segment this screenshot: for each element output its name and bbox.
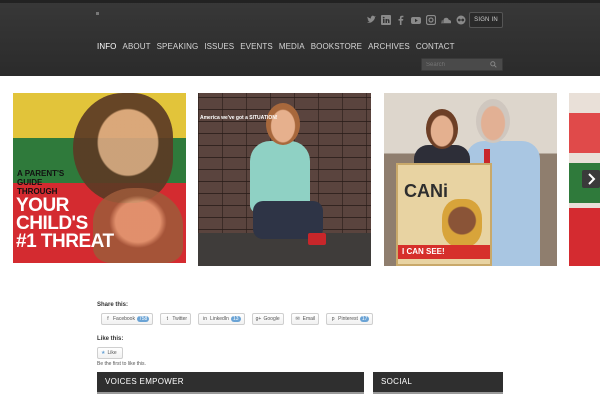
google-plus-icon: g+ bbox=[255, 316, 262, 322]
email-icon: ✉ bbox=[295, 316, 300, 322]
search-box bbox=[421, 58, 503, 71]
soundcloud-icon[interactable] bbox=[441, 15, 452, 25]
situation-caption: America we've got a SITUATION! bbox=[200, 115, 278, 121]
share-twitter-button[interactable]: t Twitter bbox=[160, 313, 192, 325]
search-input[interactable] bbox=[426, 60, 488, 70]
facebook-icon: f bbox=[107, 316, 109, 322]
share-pinterest-button[interactable]: p Pinterest 17 bbox=[326, 313, 374, 325]
youtube-icon[interactable] bbox=[411, 15, 421, 25]
main-nav: INFO ABOUT SPEAKING ISSUES EVENTS MEDIA … bbox=[97, 42, 455, 51]
woman-photo bbox=[73, 93, 173, 203]
like-heading: Like this: bbox=[97, 336, 124, 342]
linkedin-icon: in bbox=[203, 316, 207, 322]
gallery-item-parents-guide[interactable]: A PARENT'S GUIDE THROUGH YOUR CHILD'S #1… bbox=[13, 93, 186, 263]
logo-mark[interactable] bbox=[96, 12, 99, 15]
book-cover: CANi I CAN SEE! bbox=[396, 163, 492, 266]
pinterest-icon: p bbox=[331, 316, 335, 322]
slider-next-button[interactable] bbox=[582, 170, 600, 188]
social-heading: SOCIAL bbox=[373, 372, 503, 394]
nav-item-info[interactable]: INFO bbox=[97, 42, 117, 51]
share-count: 13 bbox=[230, 316, 241, 322]
promo-band-red-top bbox=[569, 113, 600, 153]
header-social-icons bbox=[366, 13, 481, 26]
share-buttons: f Facebook 758 t Twitter in LinkedIn 13 … bbox=[101, 313, 374, 325]
book-band: I CAN SEE! bbox=[398, 245, 490, 259]
nav-item-contact[interactable]: CONTACT bbox=[416, 42, 455, 51]
red-phone bbox=[308, 233, 326, 245]
sign-in-button[interactable]: SIGN IN bbox=[469, 12, 503, 28]
share-email-button[interactable]: ✉ Email bbox=[290, 313, 320, 325]
facebook-icon[interactable] bbox=[396, 15, 406, 25]
book-title: CANi bbox=[404, 181, 448, 201]
instagram-icon[interactable] bbox=[425, 14, 437, 25]
star-icon: ★ bbox=[101, 350, 106, 356]
twitter-icon[interactable] bbox=[366, 15, 376, 25]
like-note: Be the first to like this. bbox=[97, 361, 146, 367]
share-count: 758 bbox=[136, 316, 150, 322]
nav-item-events[interactable]: EVENTS bbox=[240, 42, 273, 51]
gallery-item-situation[interactable]: America we've got a SITUATION! bbox=[198, 93, 371, 266]
twitter-icon: t bbox=[166, 316, 168, 322]
voices-empower-heading: VOICES EMPOWER bbox=[97, 372, 364, 394]
woman-head bbox=[266, 103, 300, 145]
flickr-icon[interactable] bbox=[456, 15, 466, 25]
gallery-item-cani-book[interactable]: CANi I CAN SEE! bbox=[384, 93, 557, 266]
nav-item-bookstore[interactable]: BOOKSTORE bbox=[311, 42, 362, 51]
nav-item-speaking[interactable]: SPEAKING bbox=[157, 42, 199, 51]
promo-band-red bbox=[569, 208, 600, 266]
like-button[interactable]: ★ Like bbox=[97, 347, 123, 359]
nav-item-about[interactable]: ABOUT bbox=[123, 42, 151, 51]
promo-subtitle: A PARENT'S GUIDE THROUGH bbox=[17, 169, 65, 196]
share-facebook-button[interactable]: f Facebook 758 bbox=[101, 313, 154, 325]
nav-item-issues[interactable]: ISSUES bbox=[204, 42, 234, 51]
man-head bbox=[476, 99, 510, 143]
share-linkedin-button[interactable]: in LinkedIn 13 bbox=[198, 313, 245, 325]
woman-head bbox=[426, 109, 458, 149]
header-top-stripe bbox=[0, 0, 600, 3]
chevron-right-icon bbox=[588, 173, 596, 185]
book-face-illustration bbox=[442, 199, 482, 247]
share-google-button[interactable]: g+ Google bbox=[251, 313, 284, 325]
nav-item-archives[interactable]: ARCHIVES bbox=[368, 42, 410, 51]
promo-headline: YOUR CHILD'S #1 THREAT bbox=[16, 195, 114, 252]
nav-item-media[interactable]: MEDIA bbox=[279, 42, 305, 51]
share-heading: Share this: bbox=[97, 302, 129, 308]
search-icon[interactable] bbox=[490, 61, 497, 68]
share-count: 17 bbox=[359, 316, 370, 322]
site-header: SIGN IN INFO ABOUT SPEAKING ISSUES EVENT… bbox=[0, 0, 600, 76]
linkedin-icon[interactable] bbox=[381, 14, 391, 25]
